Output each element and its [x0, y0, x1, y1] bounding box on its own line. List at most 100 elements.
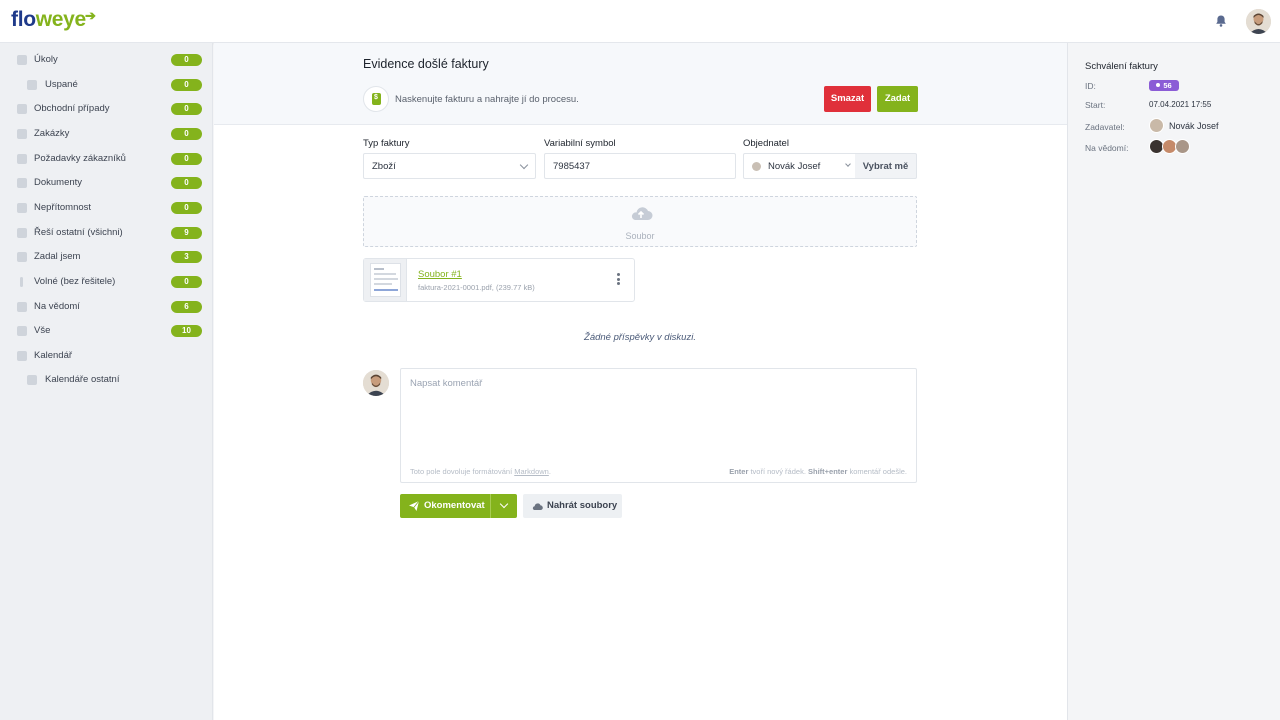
- comment-avatar: [363, 370, 389, 396]
- calendar-icon: [17, 351, 27, 361]
- comment-textarea[interactable]: Napsat komentář Toto pole dovoluje formá…: [400, 368, 917, 483]
- calendar-off-icon: [17, 203, 27, 213]
- sidebar-item-zakazky[interactable]: Zakázky 0: [0, 122, 213, 146]
- info-text: Naskenujte fakturu a nahrajte jí do proc…: [395, 94, 579, 105]
- exclamation-icon: [20, 277, 23, 287]
- sidebar-item-label: Úkoly: [34, 54, 58, 65]
- sidebar-item-resi-ostatni[interactable]: Řeší ostatní (všichni) 9: [0, 221, 213, 245]
- count-badge: 0: [171, 103, 202, 115]
- shortcut-hint: Enter tvoří nový řádek. Shift+enter kome…: [729, 467, 907, 476]
- count-badge: 0: [171, 153, 202, 165]
- folder-icon: [17, 326, 27, 336]
- sidebar: Úkoly 0 Uspané 0 Obchodní případy 0 Zaká…: [0, 43, 213, 720]
- sidebar-item-nepritomnost[interactable]: Nepřítomnost 0: [0, 196, 213, 220]
- app-logo[interactable]: floweye➔: [11, 8, 96, 32]
- submit-button[interactable]: Zadat: [877, 86, 918, 112]
- sidebar-item-label: Obchodní případy: [34, 103, 110, 114]
- count-badge: 9: [171, 227, 202, 239]
- sidebar-item-pozadavky-zakazniku[interactable]: Požadavky zákazníků 0: [0, 147, 213, 171]
- count-badge: 0: [171, 276, 202, 288]
- sidebar-item-dokumenty[interactable]: Dokumenty 0: [0, 171, 213, 195]
- sidebar-item-uspane[interactable]: Uspané 0: [0, 73, 213, 97]
- dropzone-label: Soubor: [625, 231, 655, 241]
- watcher-avatar[interactable]: [1175, 139, 1190, 154]
- sidebar-item-label: Řeší ostatní (všichni): [34, 227, 123, 238]
- watchers-key: Na vědomí:: [1085, 143, 1129, 153]
- sidebar-item-kalendar[interactable]: Kalendář: [0, 344, 213, 368]
- count-badge: 0: [171, 79, 202, 91]
- file-meta: faktura-2021-0001.pdf, (239.77 kB): [418, 283, 535, 292]
- sidebar-item-na-vedomi[interactable]: Na vědomí 6: [0, 295, 213, 319]
- avatar: [752, 162, 761, 171]
- process-detail-panel: Schválení faktury ID: 56 Start: 07.04.20…: [1067, 43, 1280, 720]
- sidebar-item-label: Zakázky: [34, 128, 70, 139]
- sidebar-item-volne[interactable]: Volné (bez řešitele) 0: [0, 270, 213, 294]
- comment-button[interactable]: Okomentovat: [400, 494, 517, 518]
- assigner-key: Zadavatel:: [1085, 122, 1125, 132]
- bell-icon: [17, 55, 27, 65]
- chevron-down-icon: [519, 160, 529, 170]
- calendar-icon: [27, 375, 37, 385]
- comment-placeholder: Napsat komentář: [410, 378, 483, 389]
- sidebar-item-label: Kalendář: [34, 350, 73, 361]
- count-badge: 0: [171, 54, 202, 66]
- cloud-upload-icon: [532, 503, 543, 510]
- count-badge: 0: [171, 128, 202, 140]
- file-dropzone[interactable]: Soubor: [363, 196, 917, 247]
- no-posts-message: Žádné příspěvky v diskuzi.: [584, 332, 696, 343]
- markdown-hint: Toto pole dovoluje formátování Markdown.: [410, 467, 551, 476]
- orderer-select[interactable]: Novák Josef: [743, 153, 856, 179]
- sidebar-item-label: Kalendáře ostatní: [45, 374, 120, 385]
- more-options-icon[interactable]: [617, 273, 620, 285]
- sidebar-item-label: Požadavky zákazníků: [34, 153, 126, 164]
- sidebar-item-label: Na vědomí: [34, 301, 80, 312]
- sidebar-item-label: Nepřítomnost: [34, 202, 92, 213]
- invoice-icon: [363, 86, 389, 112]
- sidebar-item-label: Vše: [34, 325, 51, 336]
- sidebar-item-kalendare-ostatni[interactable]: Kalendáře ostatní: [0, 368, 213, 392]
- invoice-type-select[interactable]: Zboží: [363, 153, 536, 179]
- orderer-label: Objednatel: [743, 138, 789, 149]
- briefcase-icon: [17, 104, 27, 114]
- clipboard-icon: [17, 252, 27, 262]
- start-key: Start:: [1085, 100, 1106, 110]
- variable-symbol-label: Variabilní symbol: [544, 138, 616, 149]
- count-badge: 3: [171, 251, 202, 263]
- id-key: ID:: [1085, 81, 1096, 91]
- sidebar-item-ukoly[interactable]: Úkoly 0: [0, 48, 213, 72]
- car-icon: [17, 129, 27, 139]
- cloud-upload-icon: [631, 207, 653, 220]
- pick-me-button[interactable]: Vybrat mě: [855, 153, 917, 179]
- notifications-bell-icon[interactable]: [1214, 14, 1228, 28]
- send-plane-icon: [409, 500, 420, 511]
- count-badge: 6: [171, 301, 202, 313]
- sleep-icon: [27, 80, 37, 90]
- sidebar-item-zadal-jsem[interactable]: Zadal jsem 3: [0, 245, 213, 269]
- file-thumbnail[interactable]: [364, 259, 407, 301]
- sidebar-item-vse[interactable]: Vše 10: [0, 319, 213, 343]
- count-badge: 10: [171, 325, 202, 337]
- upload-files-button[interactable]: Nahrát soubory: [523, 494, 622, 518]
- sidebar-item-label: Volné (bez řešitele): [34, 276, 116, 287]
- variable-symbol-input[interactable]: 7985437: [544, 153, 736, 179]
- sidebar-item-label: Uspané: [45, 79, 78, 90]
- attached-file: Soubor #1 faktura-2021-0001.pdf, (239.77…: [363, 258, 635, 302]
- delete-button[interactable]: Smazat: [824, 86, 871, 112]
- count-badge: 0: [171, 202, 202, 214]
- file-link[interactable]: Soubor #1: [418, 269, 462, 280]
- invoice-type-label: Typ faktury: [363, 138, 410, 149]
- form-header: Evidence došlé faktury Naskenujte faktur…: [214, 43, 1067, 125]
- main-content: Evidence došlé faktury Naskenujte faktur…: [214, 43, 1067, 720]
- count-badge: 0: [171, 177, 202, 189]
- user-avatar[interactable]: [1246, 9, 1271, 34]
- sidebar-item-obchodni-pripady[interactable]: Obchodní případy 0: [0, 97, 213, 121]
- assigner-avatar: [1149, 118, 1164, 133]
- chevron-down-icon: [499, 499, 509, 509]
- caret-down-icon: [845, 161, 851, 167]
- id-badge: 56: [1149, 80, 1179, 91]
- comment-options-dropdown[interactable]: [491, 494, 517, 518]
- home-icon: [17, 302, 27, 312]
- start-value: 07.04.2021 17:55: [1149, 100, 1212, 109]
- markdown-link[interactable]: Markdown: [514, 467, 549, 476]
- chat-icon: [17, 154, 27, 164]
